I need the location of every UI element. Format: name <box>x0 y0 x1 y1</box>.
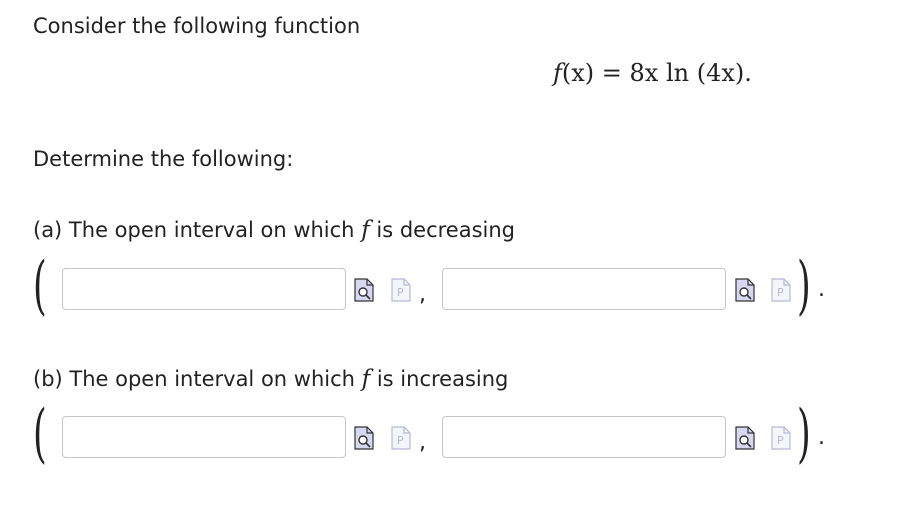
part-b-separator: , <box>419 430 426 455</box>
part-a-left-preview-icon[interactable] <box>353 278 375 306</box>
svg-text:P: P <box>777 434 784 447</box>
part-b-open-paren: ( <box>33 397 47 471</box>
intro-text: Consider the following function <box>33 14 361 38</box>
part-a-right-palette-icon[interactable]: P <box>770 278 792 306</box>
part-a-left-endpoint-input[interactable] <box>62 268 346 310</box>
part-b-label-before: (b) The open interval on which <box>33 367 355 391</box>
formula-function-name: f <box>553 59 562 87</box>
part-b-label-after: is increasing <box>376 367 509 391</box>
part-a-right-preview-icon[interactable] <box>734 278 756 306</box>
part-b-terminator: . <box>818 425 825 450</box>
svg-text:P: P <box>777 286 784 299</box>
part-b-left-preview-icon[interactable] <box>353 426 375 454</box>
part-a-label: (a) The open interval on which f is decr… <box>33 217 515 243</box>
svg-text:P: P <box>397 434 404 447</box>
part-a-label-before: (a) The open interval on which <box>33 218 355 242</box>
part-b-right-palette-icon[interactable]: P <box>770 426 792 454</box>
part-a-terminator: . <box>818 277 825 302</box>
part-b-function-symbol: f <box>361 366 371 392</box>
formula-expression: (x) = 8x ln (4x). <box>561 59 752 87</box>
part-a-function-symbol: f <box>361 217 370 243</box>
part-a-left-palette-icon[interactable]: P <box>390 278 412 306</box>
part-a-open-paren: ( <box>33 249 47 323</box>
part-b-right-preview-icon[interactable] <box>734 426 756 454</box>
part-b-right-endpoint-input[interactable] <box>442 416 726 458</box>
svg-text:P: P <box>397 286 404 299</box>
part-b-left-palette-icon[interactable]: P <box>390 426 412 454</box>
part-a-label-after: is decreasing <box>376 218 516 242</box>
part-a-separator: , <box>419 282 426 307</box>
instruction-text: Determine the following: <box>33 147 294 171</box>
part-b-label: (b) The open interval on which f is incr… <box>33 366 508 392</box>
part-a-right-endpoint-input[interactable] <box>442 268 726 310</box>
part-b-close-paren: ) <box>797 397 811 471</box>
function-formula: f(x) = 8x ln (4x). <box>553 59 752 87</box>
part-b-left-endpoint-input[interactable] <box>62 416 346 458</box>
part-a-close-paren: ) <box>797 249 811 323</box>
